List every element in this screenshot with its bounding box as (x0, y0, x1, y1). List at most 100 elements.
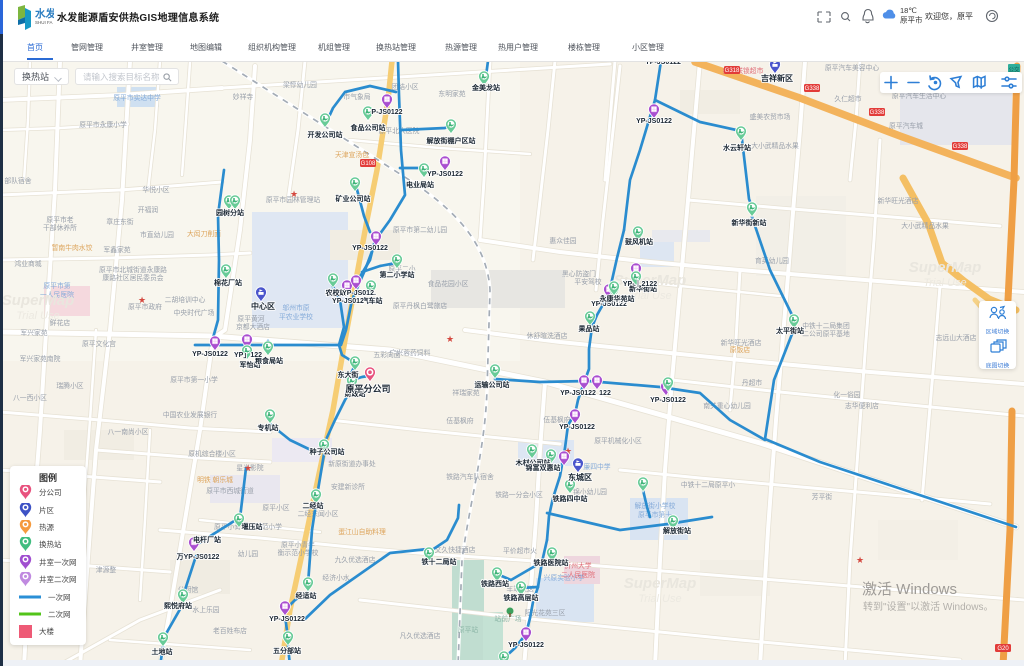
svg-text:新原街道办事处: 新原街道办事处 (328, 459, 376, 468)
svg-text:G338: G338 (805, 86, 820, 92)
svg-text:原机综合楼小区: 原机综合楼小区 (188, 449, 236, 458)
svg-text:铁路高层站: 铁路高层站 (504, 593, 539, 602)
svg-text:忻州大学: 忻州大学 (564, 561, 591, 570)
svg-text:水云轩站: 水云轩站 (723, 143, 751, 152)
svg-text:久仁超市: 久仁超市 (834, 94, 861, 103)
svg-text:鼓风机站: 鼓风机站 (625, 237, 653, 246)
svg-text:原平站: 原平站 (458, 625, 479, 634)
svg-text:YP-JS0122: YP-JS0122 (559, 424, 595, 431)
svg-text:原平市老: 原平市老 (46, 215, 73, 224)
svg-text:果品站: 果品站 (579, 324, 600, 333)
svg-text:蛋江山自助料理: 蛋江山自助料理 (338, 527, 386, 536)
svg-text:原平市第二幼儿园: 原平市第二幼儿园 (393, 225, 448, 234)
svg-text:八一西小区: 八一西小区 (13, 393, 47, 402)
svg-text:原平市西城街道: 原平市西城街道 (206, 486, 254, 495)
svg-text:大小武精品水果: 大小武精品水果 (751, 141, 799, 150)
svg-text:文久快捷酒店: 文久快捷酒店 (435, 545, 476, 554)
svg-text:YP-JS0122: YP-JS0122 (508, 642, 544, 649)
svg-text:原平小区: 原平小区 (262, 503, 289, 512)
svg-text:G318: G318 (725, 68, 740, 74)
svg-text:Trial Use: Trial Use (923, 277, 966, 289)
svg-text:YP-JS012: YP-JS012 (332, 298, 364, 305)
svg-text:中铁十二局原平小: 中铁十二局原平小 (681, 480, 736, 489)
svg-text:Trial Use: Trial Use (16, 310, 59, 322)
svg-text:矿业公司站: 矿业公司站 (336, 194, 371, 203)
svg-text:黑心防盗门: 黑心防盗门 (562, 269, 596, 278)
svg-text:专机站: 专机站 (258, 423, 279, 432)
svg-text:鸿业商城: 鸿业商城 (14, 259, 41, 268)
svg-text:YP-JS012.: YP-JS012. (342, 290, 376, 297)
svg-text:SuperMap: SuperMap (2, 292, 75, 309)
svg-text:吉祥新区: 吉祥新区 (761, 73, 793, 83)
svg-text:衡示范小学校: 衡示范小学校 (278, 548, 319, 557)
svg-text:军兴家苑南院: 军兴家苑南院 (20, 354, 61, 363)
svg-text:YP-JS0122: YP-JS0122 (636, 118, 672, 125)
svg-text:惠众佳园: 惠众佳园 (549, 236, 576, 245)
svg-text:军鑫家苑: 军鑫家苑 (103, 245, 130, 254)
svg-text:市气象局: 市气象局 (343, 92, 370, 101)
svg-text:电杆厂站: 电杆厂站 (193, 535, 221, 544)
svg-text:幼儿园: 幼儿园 (238, 549, 259, 558)
svg-text:万YP-JS0122: 万YP-JS0122 (176, 553, 220, 561)
svg-text:天津宣汤包: 天津宣汤包 (335, 150, 369, 159)
svg-text:电业局站: 电业局站 (406, 180, 434, 189)
svg-text:新华旺光酒店: 新华旺光酒店 (878, 196, 919, 205)
svg-text:土地站: 土地站 (152, 647, 173, 656)
svg-text:华悦小区: 华悦小区 (142, 185, 169, 194)
svg-text:原饭店: 原饭店 (730, 345, 751, 354)
svg-text:欢迎您，原平: 欢迎您，原平 (925, 11, 973, 21)
svg-text:平价超市火: 平价超市火 (503, 546, 537, 555)
svg-text:中国农业发展银行: 中国农业发展银行 (163, 410, 218, 419)
svg-text:汽车站: 汽车站 (362, 296, 383, 305)
svg-text:平农业学校: 平农业学校 (279, 312, 313, 321)
svg-text:经济小水: 经济小水 (322, 573, 349, 582)
svg-text:瑞腾小区: 瑞腾小区 (56, 381, 83, 390)
svg-text:大闳刀削面: 大闳刀削面 (187, 229, 221, 238)
svg-text:原平市实达中学: 原平市实达中学 (113, 93, 161, 102)
svg-text:志华便利店: 志华便利店 (845, 401, 879, 410)
svg-text:P-JS0122: P-JS0122 (371, 109, 402, 116)
svg-text:G20: G20 (997, 646, 1009, 652)
svg-text:解放街棚户区站: 解放街棚户区站 (427, 136, 476, 145)
svg-text:津源整: 津源整 (96, 565, 117, 574)
svg-text:原平分公司: 原平分公司 (345, 383, 390, 394)
svg-text:金美龙站: 金美龙站 (471, 83, 500, 92)
svg-text:YP-JS0122: YP-JS0122 (192, 351, 228, 358)
svg-text:经适站: 经适站 (296, 591, 317, 600)
svg-text:★: ★ (290, 189, 298, 199)
svg-text:五分部站: 五分部站 (273, 646, 301, 655)
svg-text:开福润: 开福润 (138, 205, 159, 214)
svg-text:广兴蓉药饲料: 广兴蓉药饲料 (390, 348, 431, 357)
svg-text:军兴家苑: 军兴家苑 (20, 328, 47, 337)
svg-text:二经东闻小区: 二经东闻小区 (298, 509, 339, 518)
svg-text:团结小区: 团结小区 (391, 82, 418, 91)
svg-text:八一南尚小区: 八一南尚小区 (108, 427, 149, 436)
svg-text:★: ★ (244, 463, 252, 473)
svg-text:廉四中学: 廉四中学 (583, 462, 610, 471)
svg-text:中心区: 中心区 (251, 301, 275, 311)
svg-text:原平丹枫白鹭旅店: 原平丹枫白鹭旅店 (393, 301, 448, 310)
svg-text:18℃: 18℃ (900, 6, 917, 15)
svg-text:康路社区居民委员会: 康路社区居民委员会 (102, 273, 163, 282)
svg-text:原平市第一小学: 原平市第一小学 (170, 375, 218, 384)
svg-text:铁路西站: 铁路西站 (481, 579, 509, 588)
svg-text:伍基枫府: 伍基枫府 (543, 415, 570, 424)
svg-text:东城区: 东城区 (568, 472, 592, 482)
svg-text:太平街站: 太平街站 (776, 326, 804, 335)
svg-text:东大街: 东大街 (338, 370, 359, 379)
svg-text:YP-｜2122: YP-｜2122 (623, 279, 657, 288)
svg-text:铁路医院站: 铁路医院站 (534, 558, 569, 567)
svg-text:原平黄河: 原平黄河 (237, 314, 264, 323)
svg-text:原平市北城街道永康路: 原平市北城街道永康路 (99, 265, 167, 274)
svg-text:原平市第十: 原平市第十 (638, 510, 672, 519)
svg-text:二公司原平基地: 二公司原平基地 (802, 329, 850, 338)
svg-text:祥瑞家苑: 祥瑞家苑 (452, 388, 479, 397)
svg-text:铁路四中站: 铁路四中站 (553, 494, 588, 503)
svg-text:九久优选酒店: 九久优选酒店 (335, 555, 376, 564)
svg-text:园树分站: 园树分站 (216, 208, 244, 217)
svg-text:明铁 朝乐城: 明铁 朝乐城 (197, 475, 233, 484)
svg-text:种子公司站: 种子公司站 (309, 447, 345, 456)
svg-text:解放街站: 解放街站 (663, 526, 691, 535)
svg-text:食品公司站: 食品公司站 (350, 123, 386, 132)
svg-text:原平机械化小区: 原平机械化小区 (594, 436, 642, 445)
